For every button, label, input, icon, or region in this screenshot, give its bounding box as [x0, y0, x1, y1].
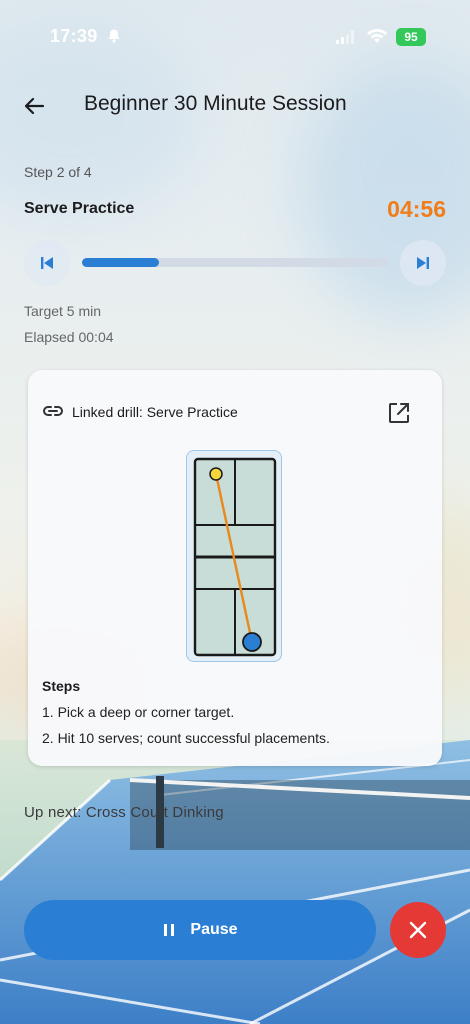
drill-step-2: 2. Hit 10 serves; count successful place… — [42, 730, 330, 746]
arrow-left-icon — [24, 97, 45, 115]
stop-session-button[interactable] — [390, 902, 446, 958]
up-next-label: Up next: Cross Court Dinking — [24, 804, 224, 821]
drill-court-diagram — [186, 450, 282, 662]
back-button[interactable] — [18, 90, 50, 122]
open-external-icon — [389, 403, 409, 423]
link-icon — [43, 406, 63, 416]
skip-previous-icon — [41, 257, 53, 269]
open-drill-button[interactable] — [386, 400, 412, 426]
status-bar: 17:39 95 — [0, 26, 470, 52]
target-duration: Target 5 min — [24, 303, 102, 319]
drill-step-1: 1. Pick a deep or corner target. — [42, 704, 235, 720]
page-title: Beginner 30 Minute Session — [84, 92, 347, 115]
wifi-icon — [367, 29, 387, 43]
server-marker — [242, 632, 262, 652]
step-progress-fill — [82, 258, 159, 267]
previous-step-button[interactable] — [24, 240, 70, 286]
linked-drill-label: Linked drill: Serve Practice — [72, 404, 238, 420]
step-progress-bar — [82, 258, 388, 267]
elapsed-time: Elapsed 00:04 — [24, 329, 114, 345]
pause-button[interactable]: Pause — [24, 900, 376, 960]
countdown-timer: 04:56 — [387, 196, 446, 222]
status-time: 17:39 — [50, 26, 98, 46]
step-name: Serve Practice — [24, 200, 135, 217]
next-step-button[interactable] — [400, 240, 446, 286]
signal-icon — [336, 30, 354, 44]
step-counter: Step 2 of 4 — [24, 164, 92, 180]
bell-off-icon — [108, 29, 120, 43]
drill-card: Linked drill: Serve Practice Steps 1. Pi… — [28, 370, 442, 766]
pause-label: Pause — [190, 921, 238, 938]
target-marker — [209, 467, 223, 481]
battery-icon: 95 — [396, 28, 426, 46]
pause-icon — [164, 924, 175, 936]
steps-heading: Steps — [42, 678, 81, 694]
skip-next-icon — [417, 257, 429, 269]
close-icon — [409, 921, 427, 939]
